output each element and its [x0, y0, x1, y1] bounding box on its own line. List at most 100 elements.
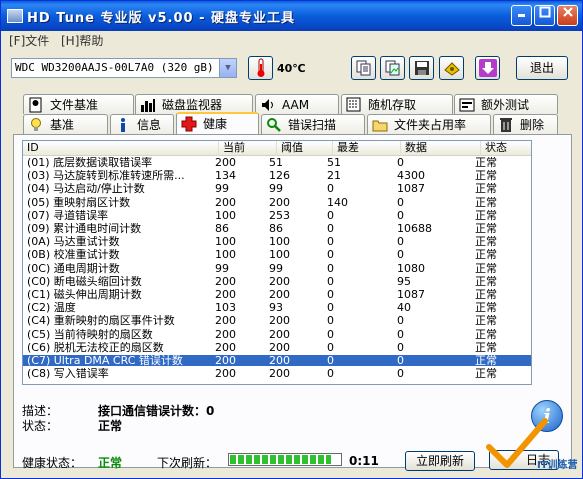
tab-random-access[interactable]: 随机存取 [341, 94, 453, 114]
cell-threshold: 126 [269, 170, 290, 182]
cell-worst: 0 [327, 262, 334, 274]
refresh-progress-bar [228, 453, 342, 466]
copy-image-button[interactable] [380, 56, 405, 80]
menu-file[interactable]: [F]文件 [9, 32, 49, 49]
cell-data: 4300 [397, 170, 425, 182]
tab-extra-tests[interactable]: 额外测试 [454, 94, 558, 114]
cell-worst: 0 [327, 223, 334, 234]
tab-info[interactable]: 信息 [110, 114, 174, 134]
table-row[interactable]: (C8) 写入错误率 200 200 0 0 正常 [23, 368, 531, 380]
health-status-label: 健康状态： [22, 456, 83, 470]
title-bar[interactable]: HD Tune 专业版 v5.00 - 硬盘专业工具 [1, 1, 582, 31]
table-row[interactable]: (C2) 温度 103 93 0 40 正常 [23, 302, 531, 314]
cell-id: (0C) 通电周期计数 [27, 262, 120, 274]
cell-current: 200 [215, 275, 236, 287]
cell-status: 正常 [475, 289, 497, 300]
close-icon [562, 7, 573, 17]
tab-health[interactable]: 健康 [176, 112, 259, 134]
tab-file-benchmark[interactable]: 文件基准 [23, 94, 134, 114]
col-worst[interactable]: 最差 [333, 141, 401, 156]
col-data[interactable]: 数据 [401, 141, 481, 156]
tab-erase[interactable]: 删除 [493, 114, 558, 134]
cell-current: 200 [215, 328, 236, 340]
cell-threshold: 200 [269, 341, 290, 353]
download-button[interactable] [475, 56, 500, 80]
cell-data: 1087 [397, 183, 425, 195]
table-row[interactable]: (09) 累计通电时间计数 86 86 0 10688 正常 [23, 223, 531, 234]
table-row[interactable]: (03) 马达旋转到标准转速所需... 134 126 21 4300 正常 [23, 170, 531, 182]
exit-button[interactable]: 退出 [516, 56, 568, 80]
cell-threshold: 200 [269, 289, 290, 300]
table-row[interactable]: (04) 马达启动/停止计数 99 99 0 1087 正常 [23, 183, 531, 195]
cell-worst: 0 [327, 355, 334, 366]
cell-data: 0 [397, 196, 404, 208]
table-row[interactable]: (C6) 脱机无法校正的扇区数 200 200 0 0 正常 [23, 341, 531, 353]
cell-id: (04) 马达启动/停止计数 [27, 183, 145, 195]
cell-data: 0 [397, 315, 404, 327]
copy-text-button[interactable] [351, 56, 376, 80]
cell-id: (C5) 当前待映射的扇区数 [27, 328, 153, 340]
table-row[interactable]: (0A) 马达重试计数 100 100 0 0 正常 [23, 236, 531, 248]
table-row[interactable]: (01) 底层数据读取错误率 200 51 51 0 正常 [23, 157, 531, 168]
cell-data: 0 [397, 355, 404, 366]
options-icon [443, 62, 460, 76]
table-row[interactable]: (0B) 校准重试计数 100 100 0 0 正常 [23, 249, 531, 261]
refresh-now-button[interactable]: 立即刷新 [405, 451, 475, 471]
cell-threshold: 253 [269, 209, 290, 221]
cell-worst: 21 [327, 170, 341, 182]
cell-status: 正常 [475, 275, 497, 287]
col-threshold[interactable]: 阈值 [277, 141, 333, 156]
cell-current: 134 [215, 170, 236, 182]
close-button[interactable] [557, 5, 578, 26]
chevron-down-icon[interactable]: ▼ [219, 59, 236, 77]
cell-threshold: 51 [269, 157, 283, 168]
status-value: 正常 [98, 419, 123, 433]
cell-id: (03) 马达旋转到标准转速所需... [27, 170, 185, 182]
disk-monitor-icon [140, 97, 156, 113]
cell-threshold: 99 [269, 183, 283, 195]
cell-status: 正常 [475, 157, 497, 168]
cell-threshold: 200 [269, 355, 290, 366]
cell-current: 200 [215, 368, 236, 380]
app-icon [7, 9, 23, 23]
col-id[interactable]: ID [23, 141, 219, 156]
cell-status: 正常 [475, 183, 497, 195]
tab-benchmark[interactable]: 基准 [23, 114, 108, 134]
drive-select[interactable]: WDC WD3200AAJS-00L7A0 (320 gB) ▼ [11, 58, 237, 78]
table-row[interactable]: (07) 寻道错误率 100 253 0 0 正常 [23, 209, 531, 221]
next-refresh-label: 下次刷新： [157, 456, 218, 470]
tab-aam[interactable]: AAM [255, 94, 339, 114]
tab-folder-usage[interactable]: 文件夹占用率 [367, 114, 491, 134]
benchmark-icon [28, 117, 44, 133]
save-button[interactable] [409, 56, 434, 80]
table-row[interactable]: (C7) Ultra DMA CRC 错误计数 200 200 0 0 正常 [23, 355, 531, 367]
health-status-value: 正常 [98, 456, 123, 470]
table-row[interactable]: (05) 重映射扇区计数 200 200 140 0 正常 [23, 196, 531, 208]
tab-error-scan[interactable]: 错误扫描 [261, 114, 365, 134]
cell-status: 正常 [475, 209, 497, 221]
table-row[interactable]: (C0) 断电磁头缩回计数 200 200 0 95 正常 [23, 275, 531, 287]
tab-disk-monitor[interactable]: 磁盘监视器 [135, 94, 253, 114]
cell-current: 86 [215, 223, 229, 234]
options-button[interactable] [439, 56, 464, 80]
table-row[interactable]: (C5) 当前待映射的扇区数 200 200 0 0 正常 [23, 328, 531, 340]
health-cross-icon [181, 116, 197, 132]
temperature-button[interactable] [248, 56, 273, 80]
cell-id: (07) 寻道错误率 [27, 209, 109, 221]
cell-threshold: 100 [269, 236, 290, 248]
cell-id: (0B) 校准重试计数 [27, 249, 120, 261]
maximize-button[interactable] [534, 5, 555, 26]
table-row[interactable]: (0C) 通电周期计数 99 99 0 1080 正常 [23, 262, 531, 274]
smart-table[interactable]: ID 当前 阈值 最差 数据 状态 (01) 底层数据读取错误率 200 51 51 0… [22, 140, 532, 385]
cell-status: 正常 [475, 315, 497, 327]
cell-data: 0 [397, 236, 404, 248]
cell-data: 10688 [397, 223, 432, 234]
col-status[interactable]: 状态 [481, 141, 531, 156]
cell-threshold: 93 [269, 302, 283, 314]
menu-help[interactable]: [H]帮助 [61, 32, 103, 49]
minimize-button[interactable] [511, 5, 532, 26]
table-row[interactable]: (C4) 重新映射的扇区事件计数 200 200 0 0 正常 [23, 315, 531, 327]
col-current[interactable]: 当前 [219, 141, 277, 156]
cell-current: 100 [215, 209, 236, 221]
table-row[interactable]: (C1) 磁头伸出周期计数 200 200 0 1087 正常 [23, 289, 531, 300]
